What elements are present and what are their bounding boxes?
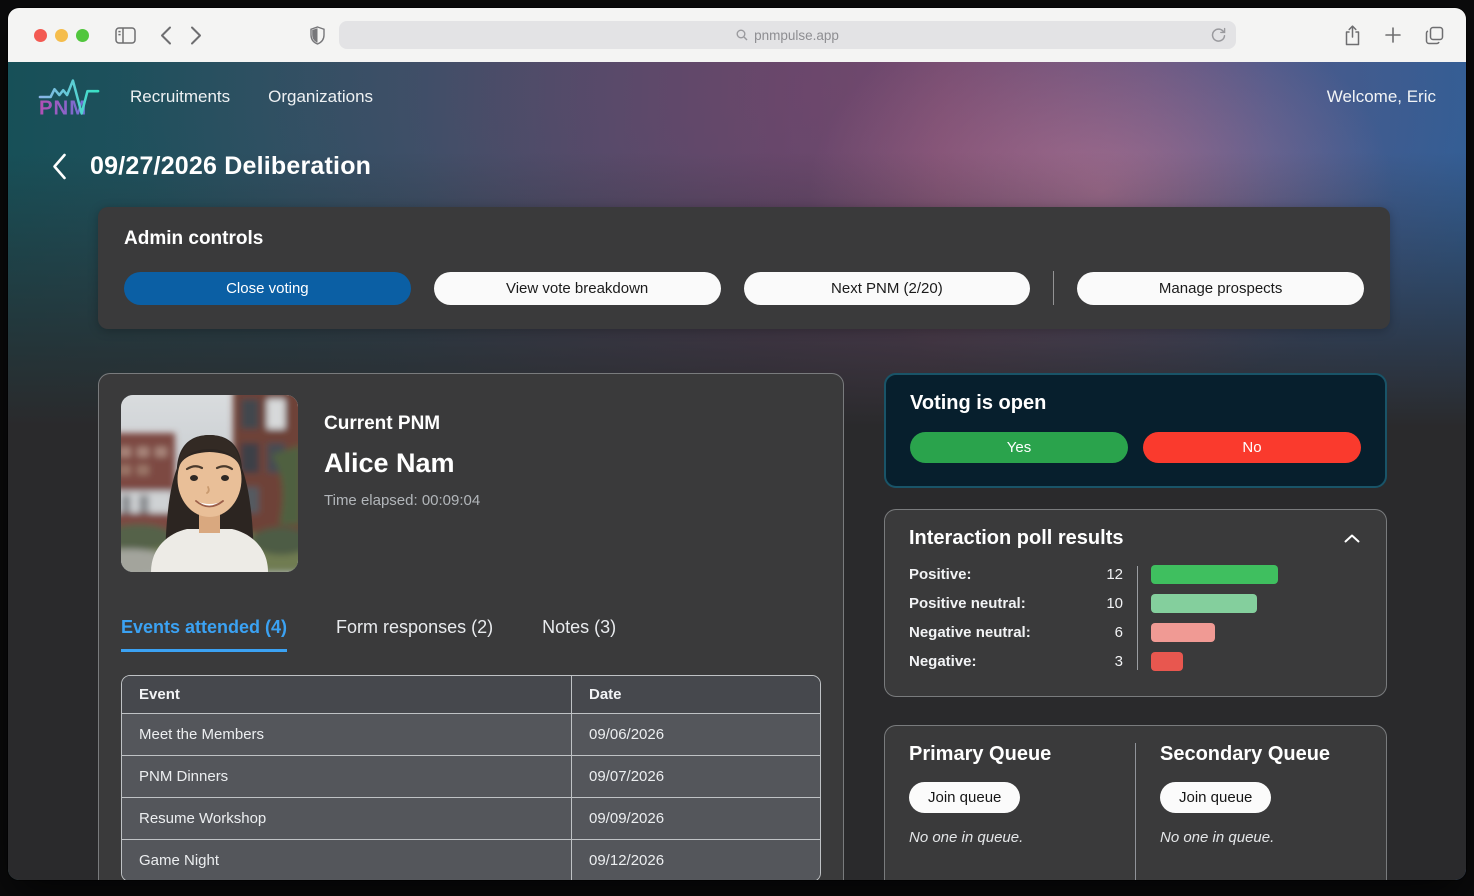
- pnm-name: Alice Nam: [324, 448, 480, 479]
- column-header-event: Event: [122, 676, 572, 713]
- table-header-row: Event Date: [122, 676, 820, 713]
- poll-bar: [1151, 565, 1278, 584]
- poll-bar-cell: [1151, 565, 1362, 584]
- pnm-tabs: Events attended (4) Form responses (2) Not…: [121, 617, 821, 652]
- page-header: 09/27/2026 Deliberation: [8, 152, 1466, 181]
- poll-bar-cell: [1151, 594, 1362, 613]
- table-row: Resume Workshop09/09/2026: [122, 797, 820, 839]
- tab-notes[interactable]: Notes (3): [542, 617, 616, 652]
- nav-links: Recruitments Organizations: [130, 87, 411, 107]
- search-icon: [736, 29, 748, 41]
- sidebar-toggle-icon[interactable]: [115, 27, 136, 44]
- minimize-window-button[interactable]: [55, 29, 68, 42]
- share-icon[interactable]: [1344, 25, 1361, 46]
- secondary-queue-heading: Secondary Queue: [1160, 743, 1362, 766]
- collapse-chevron-icon[interactable]: [1342, 532, 1362, 545]
- secondary-join-queue-button[interactable]: Join queue: [1160, 782, 1271, 813]
- address-bar[interactable]: pnmpulse.app: [339, 21, 1236, 49]
- tab-events[interactable]: Events attended (4): [121, 617, 287, 652]
- vote-yes-button[interactable]: Yes: [910, 432, 1128, 463]
- close-window-button[interactable]: [34, 29, 47, 42]
- primary-queue: Primary Queue Join queue No one in queue…: [909, 743, 1135, 880]
- primary-join-queue-button[interactable]: Join queue: [909, 782, 1020, 813]
- nav-item-recruitments[interactable]: Recruitments: [130, 87, 230, 107]
- pnm-photo: [121, 395, 298, 572]
- manage-prospects-button[interactable]: Manage prospects: [1077, 272, 1364, 305]
- table-row: Game Night09/12/2026: [122, 839, 820, 880]
- nav-item-organizations[interactable]: Organizations: [268, 87, 373, 107]
- app-navbar: PNM Recruitments Organizations Welcome, E…: [8, 62, 1466, 132]
- queues-card: Primary Queue Join queue No one in queue…: [884, 725, 1387, 880]
- event-cell: Game Night: [122, 839, 572, 880]
- date-cell: 09/07/2026: [572, 755, 821, 797]
- poll-bar-cell: [1151, 623, 1362, 642]
- welcome-text: Welcome, Eric: [1327, 87, 1436, 107]
- poll-bar-cell: [1151, 652, 1362, 671]
- poll-value: 12: [1087, 566, 1123, 583]
- reload-icon[interactable]: [1210, 26, 1227, 46]
- table-row: Meet the Members09/06/2026: [122, 713, 820, 755]
- event-cell: Meet the Members: [122, 713, 572, 755]
- browser-titlebar: pnmpulse.app: [8, 8, 1466, 62]
- event-cell: PNM Dinners: [122, 755, 572, 797]
- button-divider: [1053, 271, 1054, 305]
- vote-no-button[interactable]: No: [1143, 432, 1361, 463]
- table-row: PNM Dinners09/07/2026: [122, 755, 820, 797]
- back-icon[interactable]: [160, 26, 172, 45]
- date-cell: 09/09/2026: [572, 797, 821, 839]
- poll-category-label: Positive neutral:: [909, 595, 1087, 612]
- poll-bar: [1151, 594, 1257, 613]
- poll-value: 3: [1087, 653, 1123, 670]
- event-cell: Resume Workshop: [122, 797, 572, 839]
- zoom-window-button[interactable]: [76, 29, 89, 42]
- pnm-logo[interactable]: PNM: [38, 74, 102, 120]
- poll-bar: [1151, 623, 1215, 642]
- secondary-queue-empty-text: No one in queue.: [1160, 829, 1362, 846]
- poll-value: 10: [1087, 595, 1123, 612]
- view-vote-breakdown-button[interactable]: View vote breakdown: [434, 272, 721, 305]
- secondary-queue: Secondary Queue Join queue No one in que…: [1135, 743, 1362, 880]
- poll-heading: Interaction poll results: [909, 527, 1123, 550]
- app-content: PNM Recruitments Organizations Welcome, E…: [8, 62, 1466, 880]
- new-tab-icon[interactable]: [1385, 27, 1401, 43]
- browser-window: pnmpulse.app: [8, 8, 1466, 880]
- time-elapsed: Time elapsed: 00:09:04: [324, 492, 480, 509]
- tab-forms[interactable]: Form responses (2): [336, 617, 493, 652]
- next-pnm-button[interactable]: Next PNM (2/20): [744, 272, 1031, 305]
- current-pnm-card: Current PNM Alice Nam Time elapsed: 00:0…: [98, 373, 844, 880]
- date-cell: 09/12/2026: [572, 839, 821, 880]
- traffic-lights: [34, 29, 89, 42]
- privacy-shield-icon[interactable]: [310, 26, 325, 45]
- interaction-poll-card: Interaction poll results Positive:12Posi…: [884, 509, 1387, 697]
- voting-status-heading: Voting is open: [910, 392, 1361, 415]
- poll-results: Positive:12Positive neutral:10Negative n…: [909, 565, 1362, 671]
- poll-category-label: Negative:: [909, 653, 1087, 670]
- poll-value: 6: [1087, 624, 1123, 641]
- back-chevron-icon[interactable]: [52, 153, 67, 180]
- date-cell: 09/06/2026: [572, 713, 821, 755]
- close-voting-button[interactable]: Close voting: [124, 272, 411, 305]
- url-text: pnmpulse.app: [754, 28, 839, 43]
- page-title: 09/27/2026 Deliberation: [90, 152, 371, 181]
- events-table: Event Date Meet the Members09/06/2026PNM…: [121, 675, 821, 880]
- admin-controls-heading: Admin controls: [124, 228, 1364, 250]
- primary-queue-heading: Primary Queue: [909, 743, 1111, 766]
- voting-status-card: Voting is open Yes No: [884, 373, 1387, 488]
- forward-icon[interactable]: [190, 26, 202, 45]
- poll-category-label: Negative neutral:: [909, 624, 1087, 641]
- tab-overview-icon[interactable]: [1425, 26, 1444, 45]
- poll-category-label: Positive:: [909, 566, 1087, 583]
- primary-queue-empty-text: No one in queue.: [909, 829, 1111, 846]
- admin-controls-card: Admin controls Close voting View vote br…: [98, 207, 1390, 329]
- poll-bar: [1151, 652, 1183, 671]
- current-pnm-heading: Current PNM: [324, 413, 480, 435]
- column-header-date: Date: [572, 676, 821, 713]
